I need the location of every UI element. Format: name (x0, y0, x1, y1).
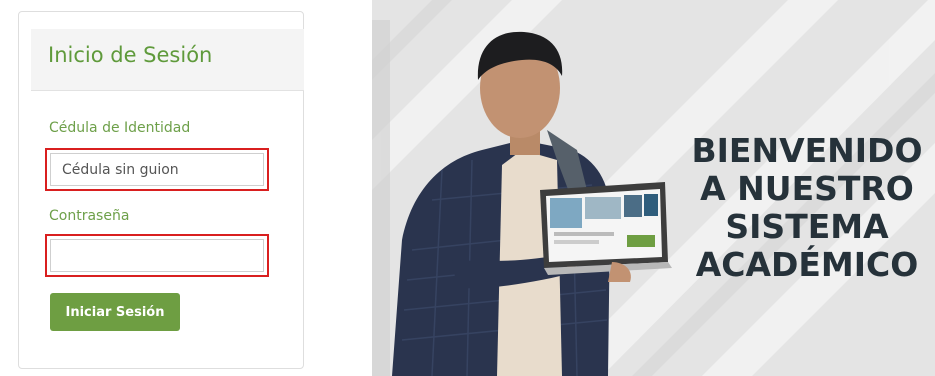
login-title: Inicio de Sesión (48, 43, 213, 67)
login-card-header: Inicio de Sesión (31, 29, 304, 91)
id-number-input[interactable] (50, 153, 264, 186)
id-number-label: Cédula de Identidad (49, 120, 191, 136)
welcome-banner: BIENVENIDO A NUESTRO SISTEMA ACADÉMICO (372, 0, 935, 376)
welcome-line-3: SISTEMA (725, 207, 889, 246)
password-label: Contraseña (49, 208, 130, 224)
id-number-field-highlight (45, 148, 269, 191)
welcome-line-1: BIENVENIDO (691, 131, 923, 170)
login-button[interactable]: Iniciar Sesión (50, 293, 180, 331)
welcome-heading: BIENVENIDO A NUESTRO SISTEMA ACADÉMICO (683, 132, 931, 284)
login-card: Inicio de Sesión Cédula de Identidad Con… (18, 11, 304, 369)
password-field-highlight (45, 234, 269, 277)
welcome-line-4: ACADÉMICO (695, 245, 919, 284)
welcome-line-2: A NUESTRO (700, 169, 914, 208)
password-input[interactable] (50, 239, 264, 272)
